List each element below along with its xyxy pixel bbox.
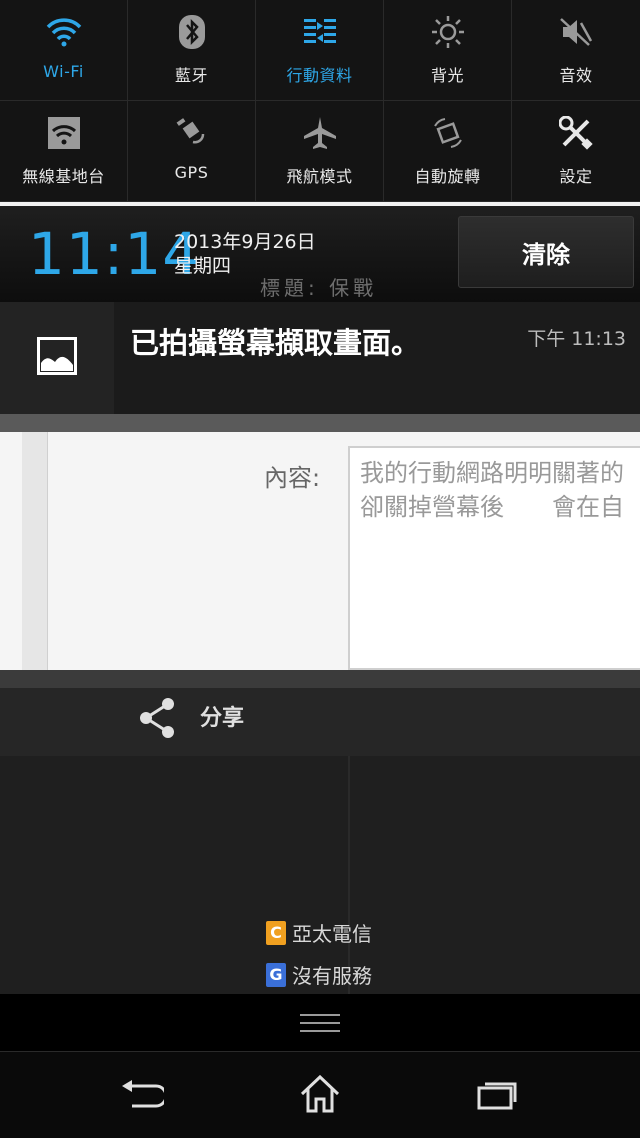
share-icon [136,696,180,744]
toggle-label: 無線基地台 [22,167,105,186]
preview-content-label: 內容: [264,464,321,492]
back-button[interactable] [112,1072,172,1120]
recent-apps-button[interactable] [468,1072,528,1120]
quick-settings-panel: Wi-Fi 藍牙 行動資料 背光 音效 無線基地台 GPS 飛航模式 自動旋轉 … [0,0,640,202]
back-icon [120,1078,168,1114]
drag-handle[interactable] [0,994,640,1052]
toggle-label: 飛航模式 [286,167,353,186]
toggle-sound[interactable]: 音效 [512,0,640,100]
preview-text: 我的行動網路明明關著的 卻關掉營幕後 會在自 [360,456,640,524]
notification-icon-area [0,302,114,414]
toggle-hotspot[interactable]: 無線基地台 [0,101,128,201]
screenshot-preview[interactable]: 內容: 我的行動網路明明關著的 卻關掉營幕後 會在自 [0,432,640,670]
notification-separator [0,414,640,432]
toggle-mobile-data[interactable]: 行動資料 [256,0,384,100]
notification-header: 11:14 2013年9月26日 星期四 標題: 保戰 清除 [0,206,640,302]
bluetooth-icon [174,14,210,50]
screenshot-notification[interactable]: 已拍攝螢幕擷取畫面。 下午 11:13 [0,302,640,414]
preview-left-edge [22,432,48,670]
toggle-label: 音效 [559,66,593,85]
toggle-auto-rotate[interactable]: 自動旋轉 [384,101,512,201]
share-shadow [0,670,640,688]
toggle-gps[interactable]: GPS [128,101,256,201]
wifi-icon [46,14,82,50]
recent-apps-icon [477,1078,519,1114]
airplane-icon [302,115,338,151]
background-ghost-text: 標題: 保戰 [260,276,378,300]
carrier-1: C 亞太電信 [266,918,372,947]
lower-background: C 亞太電信 G 沒有服務 [0,756,640,994]
preview-line-2: 卻關掉營幕後 會在自 [360,493,624,521]
hotspot-icon [46,115,82,151]
home-icon [298,1074,342,1118]
gps-icon [174,115,210,151]
notification-title: 已拍攝螢幕擷取畫面。 [130,326,421,360]
carrier-name: 沒有服務 [292,964,372,988]
toggle-label: 自動旋轉 [414,167,481,186]
carrier-badge-icon: C [266,920,286,945]
preview-line-1: 我的行動網路明明關著的 [360,459,624,487]
preview-text-box: 我的行動網路明明關著的 卻關掉營幕後 會在自 [348,446,640,670]
carrier-name: 亞太電信 [292,922,372,946]
toggle-bluetooth[interactable]: 藍牙 [128,0,256,100]
toggle-label: Wi-Fi [43,62,84,81]
toggle-wifi[interactable]: Wi-Fi [0,0,128,100]
share-action[interactable]: 分享 [0,688,640,756]
lower-divider-line [348,756,350,994]
settings-icon [558,115,594,151]
toggle-label: GPS [174,163,209,182]
home-button[interactable] [290,1072,350,1120]
toggle-label: 背光 [430,66,464,85]
quick-settings-row-2: 無線基地台 GPS 飛航模式 自動旋轉 設定 [0,101,640,202]
clock-date: 2013年9月26日 星期四 [174,230,316,278]
navigation-bar [0,1052,640,1138]
carrier-badge-icon: G [266,962,286,987]
rotate-icon [430,115,466,151]
carrier-2: G 沒有服務 [266,960,372,989]
toggle-airplane[interactable]: 飛航模式 [256,101,384,201]
image-icon [37,337,77,379]
brightness-icon [430,14,466,50]
clear-notifications-button[interactable]: 清除 [458,216,634,288]
handle-lines-icon [300,1014,340,1038]
notification-time: 下午 11:13 [527,328,626,350]
toggle-brightness[interactable]: 背光 [384,0,512,100]
mobile-data-icon [302,14,338,50]
sound-off-icon [558,14,594,50]
toggle-label: 設定 [559,167,593,186]
date-text: 2013年9月26日 [174,231,316,253]
toggle-label: 藍牙 [174,66,208,85]
quick-settings-row-1: Wi-Fi 藍牙 行動資料 背光 音效 [0,0,640,101]
share-label: 分享 [200,706,245,731]
toggle-label: 行動資料 [286,66,353,85]
settings-shortcut[interactable]: 設定 [512,101,640,201]
